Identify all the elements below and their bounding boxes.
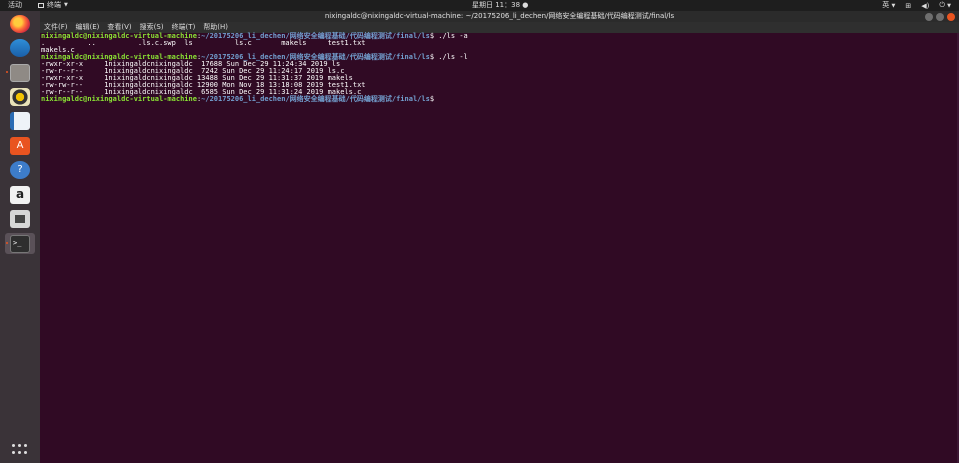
cursor <box>434 95 438 103</box>
grid-dot <box>24 451 27 454</box>
close-button[interactable] <box>947 13 955 21</box>
alarm-icon: ● <box>522 1 529 9</box>
firefox-icon <box>10 14 30 33</box>
dock-item-thunderbird[interactable] <box>5 37 35 58</box>
clock-label: 星期日 11：38 <box>472 1 521 9</box>
app-menu[interactable]: 终端 ▼ <box>38 0 68 11</box>
terminal-line: nixingaldc@nixingaldc-virtual-machine:~/… <box>41 96 957 103</box>
network-icon[interactable]: ⊞ <box>905 1 911 12</box>
command: ./ls -a <box>434 32 468 40</box>
window-title: nixingaldc@nixingaldc-virtual-machine: ~… <box>324 12 675 20</box>
terminal-line: . .. .ls.c.swp ls ls.c makels test1.txt <box>41 39 366 47</box>
app-menu-label: 终端 <box>47 1 61 9</box>
dock-item-rhythmbox[interactable] <box>5 86 35 107</box>
grid-dot <box>24 444 27 447</box>
grid-dot <box>18 444 21 447</box>
command: ./ls -l <box>434 53 468 61</box>
running-indicator <box>6 242 8 244</box>
prompt-path: ~/20175206_li_dechen/网络安全编程基础/代码编程测试/fin… <box>201 95 430 103</box>
chevron-down-icon: ▼ <box>891 3 896 9</box>
dock-item-files[interactable] <box>5 62 35 83</box>
running-indicator <box>6 71 8 73</box>
rhythmbox-icon <box>10 87 30 106</box>
amazon-icon: a <box>10 185 30 204</box>
minimize-button[interactable] <box>925 13 933 21</box>
show-applications-button[interactable] <box>12 444 28 456</box>
dock-item-writer[interactable] <box>5 110 35 131</box>
grid-dot <box>12 444 15 447</box>
terminal-window-icon <box>38 3 44 8</box>
maximize-button[interactable] <box>936 13 944 21</box>
thunderbird-icon <box>10 38 30 57</box>
volume-icon[interactable]: ◀) <box>921 1 929 12</box>
dock-item-software[interactable]: A <box>5 135 35 156</box>
screenshot-icon <box>10 209 30 228</box>
grid-dot <box>18 451 21 454</box>
clock[interactable]: 星期日 11：38 ● <box>472 0 528 11</box>
dock-item-terminal[interactable]: >_ <box>5 233 35 254</box>
grid-dot <box>12 451 15 454</box>
dock-item-firefox[interactable] <box>5 13 35 34</box>
window-controls <box>925 13 955 21</box>
top-panel: 活动 终端 ▼ 星期日 11：38 ● 英 ▼ ⊞ ◀) ⏻ ▼ <box>0 0 959 11</box>
dock-item-screenshot[interactable] <box>5 208 35 229</box>
dock: A ? a >_ <box>0 11 40 463</box>
chevron-down-icon: ▼ <box>947 3 951 9</box>
input-method-label: 英 <box>882 1 890 9</box>
software-center-icon: A <box>10 136 30 155</box>
dock-item-help[interactable]: ? <box>5 159 35 180</box>
activities-button[interactable]: 活动 <box>8 0 22 11</box>
chevron-down-icon: ▼ <box>64 2 68 8</box>
files-icon <box>10 63 30 82</box>
prompt-user: nixingaldc@nixingaldc-virtual-machine <box>41 95 197 103</box>
terminal-output[interactable]: nixingaldc@nixingaldc-virtual-machine:~/… <box>40 33 957 463</box>
terminal-icon: >_ <box>10 234 30 253</box>
libreoffice-writer-icon <box>10 111 30 130</box>
window-titlebar[interactable]: nixingaldc@nixingaldc-virtual-machine: ~… <box>40 11 959 22</box>
help-icon: ? <box>10 160 30 179</box>
dock-item-amazon[interactable]: a <box>5 184 35 205</box>
